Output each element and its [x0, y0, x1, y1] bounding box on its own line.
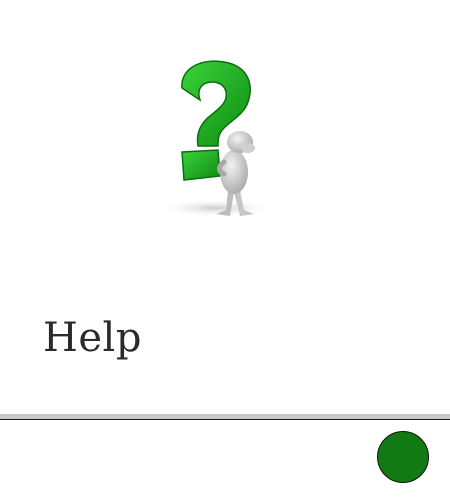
divider-line — [0, 419, 450, 420]
green-circle-button[interactable] — [377, 431, 429, 483]
page-title: Help — [43, 315, 142, 361]
question-mark-figure-icon — [120, 50, 280, 230]
help-screen: Help — [0, 0, 450, 500]
